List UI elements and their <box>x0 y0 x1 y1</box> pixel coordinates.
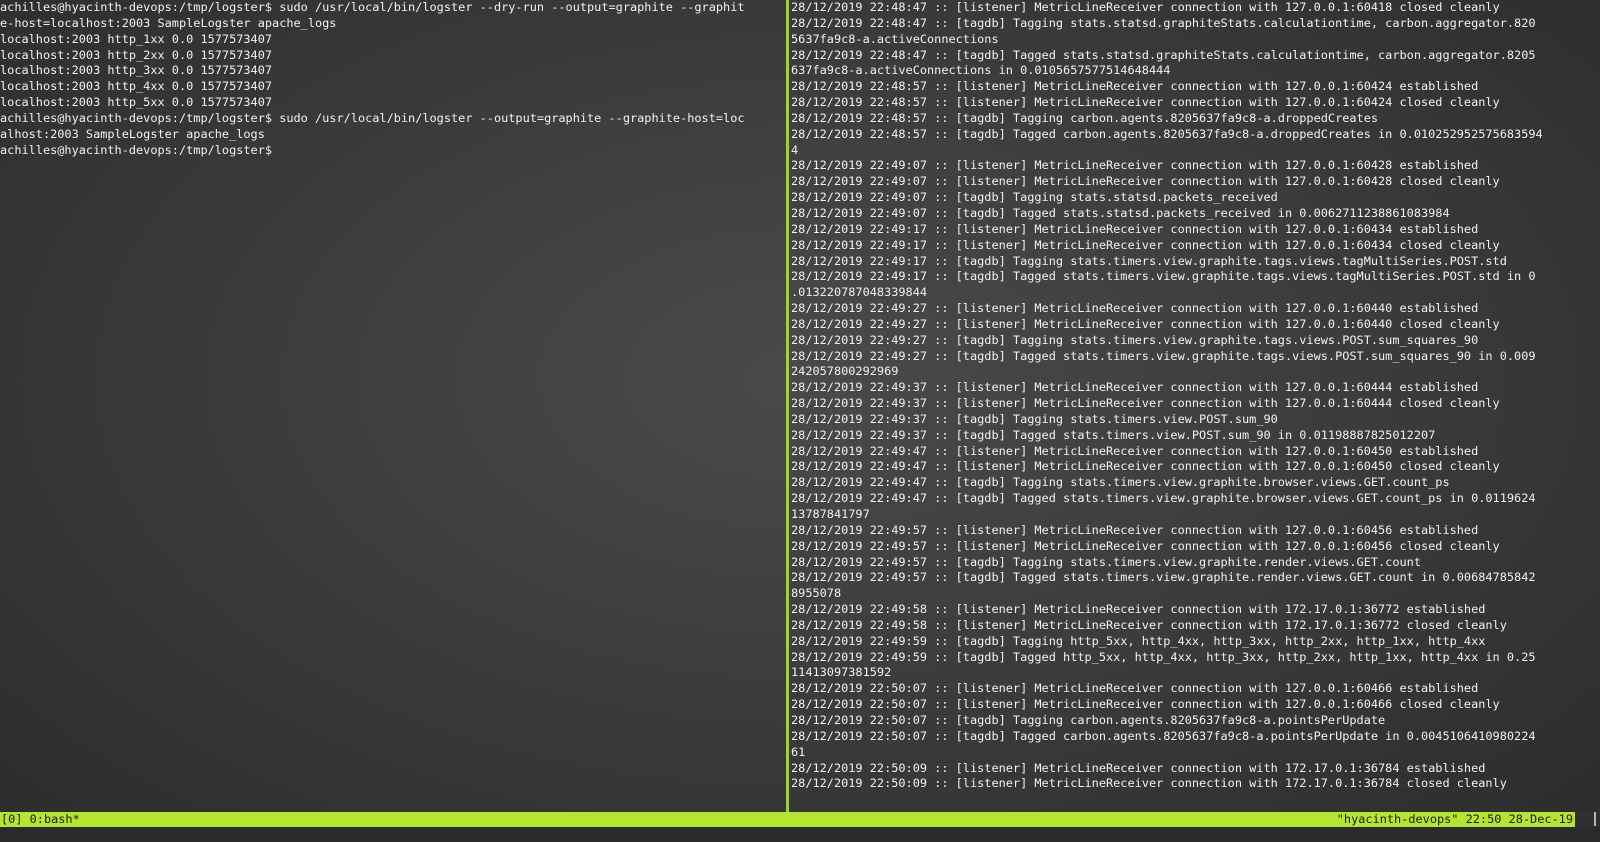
log-line: 28/12/2019 22:49:47 :: [listener] Metric… <box>791 443 1479 458</box>
terminal-line: alhost:2003 SampleLogster apache_logs <box>0 126 265 141</box>
tmux-pane-right[interactable]: 28/12/2019 22:48:47 :: [listener] Metric… <box>791 0 1600 812</box>
log-line: 28/12/2019 22:49:57 :: [listener] Metric… <box>791 522 1479 537</box>
terminal-line: localhost:2003 http_1xx 0.0 1577573407 <box>0 31 273 46</box>
terminal-line: localhost:2003 http_4xx 0.0 1577573407 <box>0 79 273 94</box>
log-line: 11413097381592 <box>791 665 892 680</box>
log-line: 28/12/2019 22:49:27 :: [tagdb] Tagged st… <box>791 348 1536 363</box>
window-bottom-edge <box>0 827 1600 842</box>
log-line: 13787841797 <box>791 507 870 521</box>
log-line: 28/12/2019 22:49:47 :: [tagdb] Tagged st… <box>791 491 1536 506</box>
log-line: 28/12/2019 22:50:07 :: [listener] Metric… <box>791 697 1500 712</box>
log-line: 28/12/2019 22:49:17 :: [listener] Metric… <box>791 221 1479 236</box>
terminal-line: localhost:2003 http_2xx 0.0 1577573407 <box>0 47 273 62</box>
text-cursor-icon <box>1594 812 1596 826</box>
log-line: 5637fa9c8-a.activeConnections <box>791 31 999 46</box>
log-line: 28/12/2019 22:49:17 :: [tagdb] Tagging s… <box>791 253 1507 268</box>
tmux-pane-left[interactable]: achilles@hyacinth-devops:/tmp/logster$ s… <box>0 0 785 812</box>
log-line: 28/12/2019 22:50:09 :: [listener] Metric… <box>791 776 1507 791</box>
log-line: 28/12/2019 22:50:07 :: [tagdb] Tagged ca… <box>791 728 1536 743</box>
log-line: 28/12/2019 22:49:07 :: [tagdb] Tagged st… <box>791 205 1450 220</box>
log-line: 28/12/2019 22:49:58 :: [listener] Metric… <box>791 602 1486 617</box>
log-line: 28/12/2019 22:49:37 :: [listener] Metric… <box>791 396 1500 411</box>
terminal-window[interactable]: achilles@hyacinth-devops:/tmp/logster$ s… <box>0 0 1600 842</box>
log-line: 28/12/2019 22:49:07 :: [listener] Metric… <box>791 174 1500 189</box>
log-line: 28/12/2019 22:48:57 :: [listener] Metric… <box>791 95 1500 110</box>
terminal-line: localhost:2003 http_3xx 0.0 1577573407 <box>0 63 273 78</box>
terminal-line: e-host=localhost:2003 SampleLogster apac… <box>0 15 337 30</box>
log-line: 28/12/2019 22:48:57 :: [listener] Metric… <box>791 79 1479 94</box>
log-line: 28/12/2019 22:49:27 :: [listener] Metric… <box>791 301 1479 316</box>
log-line: 28/12/2019 22:49:58 :: [listener] Metric… <box>791 617 1507 632</box>
log-line: 28/12/2019 22:49:57 :: [listener] Metric… <box>791 538 1500 553</box>
log-line: 28/12/2019 22:49:59 :: [tagdb] Tagging h… <box>791 633 1486 648</box>
log-line: 28/12/2019 22:49:47 :: [listener] Metric… <box>791 459 1500 474</box>
log-line: 28/12/2019 22:49:47 :: [tagdb] Tagging s… <box>791 475 1450 490</box>
pane-divider[interactable] <box>786 0 789 812</box>
log-line: 242057800292969 <box>791 364 899 379</box>
status-bar-end <box>1575 812 1600 827</box>
log-line: 28/12/2019 22:49:17 :: [tagdb] Tagged st… <box>791 269 1536 284</box>
log-line: 4 <box>791 142 799 157</box>
log-line: 28/12/2019 22:49:37 :: [tagdb] Tagging s… <box>791 411 1278 426</box>
log-line: 8955078 <box>791 586 842 601</box>
log-line: 28/12/2019 22:49:57 :: [tagdb] Tagged st… <box>791 570 1536 585</box>
log-line: 28/12/2019 22:50:07 :: [tagdb] Tagging c… <box>791 712 1386 727</box>
log-line: 28/12/2019 22:48:57 :: [tagdb] Tagging c… <box>791 110 1379 125</box>
log-line: 637fa9c8-a.activeConnections in 0.010565… <box>791 63 1171 78</box>
log-line: 28/12/2019 22:48:57 :: [tagdb] Tagged ca… <box>791 126 1543 141</box>
log-line: 28/12/2019 22:48:47 :: [tagdb] Tagged st… <box>791 47 1536 62</box>
terminal-line: achilles@hyacinth-devops:/tmp/logster$ s… <box>0 110 745 125</box>
log-line: 28/12/2019 22:49:59 :: [tagdb] Tagged ht… <box>791 649 1536 664</box>
log-line: 28/12/2019 22:49:27 :: [listener] Metric… <box>791 316 1500 331</box>
log-line: 28/12/2019 22:49:37 :: [tagdb] Tagged st… <box>791 427 1436 442</box>
terminal-line: localhost:2003 http_5xx 0.0 1577573407 <box>0 95 273 110</box>
window-list[interactable]: [0] 0:bash* <box>1 812 80 827</box>
log-line: 28/12/2019 22:49:57 :: [tagdb] Tagging s… <box>791 554 1421 569</box>
log-line: 28/12/2019 22:49:17 :: [listener] Metric… <box>791 237 1500 252</box>
log-line: 28/12/2019 22:49:27 :: [tagdb] Tagging s… <box>791 332 1479 347</box>
log-line: .013220787048339844 <box>791 285 928 300</box>
log-line: 28/12/2019 22:50:09 :: [listener] Metric… <box>791 760 1486 775</box>
log-line: 28/12/2019 22:50:07 :: [listener] Metric… <box>791 681 1479 696</box>
tmux-status-bar[interactable]: [0] 0:bash* "hyacinth-devops" 22:50 28-D… <box>0 812 1575 827</box>
status-host-clock: "hyacinth-devops" 22:50 28-Dec-19 <box>1336 812 1573 826</box>
log-line: 61 <box>791 744 806 759</box>
log-line: 28/12/2019 22:48:47 :: [tagdb] Tagging s… <box>791 15 1536 30</box>
log-line: 28/12/2019 22:48:47 :: [listener] Metric… <box>791 0 1500 14</box>
log-line: 28/12/2019 22:49:07 :: [tagdb] Tagging s… <box>791 190 1278 205</box>
log-line: 28/12/2019 22:49:37 :: [listener] Metric… <box>791 380 1479 395</box>
terminal-line: achilles@hyacinth-devops:/tmp/logster$ s… <box>0 0 745 14</box>
log-line: 28/12/2019 22:49:07 :: [listener] Metric… <box>791 158 1479 173</box>
shell-prompt[interactable]: achilles@hyacinth-devops:/tmp/logster$ <box>0 143 785 159</box>
